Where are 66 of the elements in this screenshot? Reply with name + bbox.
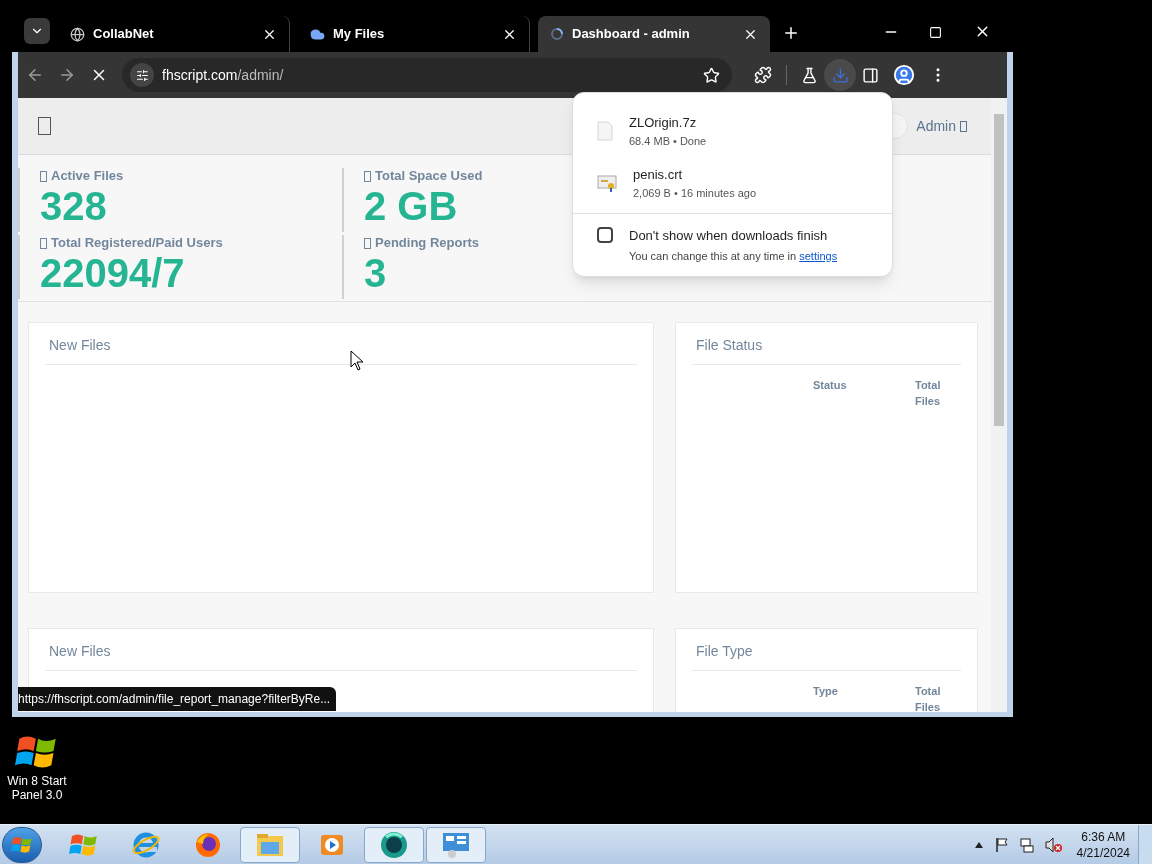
stat-label: Total Registered/Paid Users [51, 235, 223, 251]
loading-spinner-icon [550, 27, 564, 41]
profile-avatar-icon[interactable] [893, 64, 915, 86]
panel-title: New Files [45, 641, 637, 671]
stat-value: 328 [40, 184, 107, 228]
missing-glyph-icon [364, 237, 371, 249]
site-info-icon[interactable] [135, 68, 149, 82]
stat-label: Active Files [51, 168, 124, 184]
missing-glyph-icon [960, 120, 967, 132]
globe-icon [70, 26, 85, 42]
stat-value: 2 GB [364, 184, 458, 228]
certificate-icon [597, 174, 617, 192]
browser-tab[interactable]: Dashboard - admin [538, 16, 770, 52]
download-details: 2,069 B • 16 minutes ago [633, 185, 757, 201]
user-name[interactable]: Admin [916, 115, 956, 137]
muted-speaker-icon[interactable] [1044, 836, 1063, 853]
clock-date[interactable]: 4/21/2024 [1076, 844, 1130, 861]
tab-search-button[interactable] [24, 18, 50, 44]
missing-glyph-icon [40, 170, 47, 182]
mouse-cursor-icon [350, 350, 364, 372]
panel-title: File Type [692, 641, 961, 671]
stat-value: 22094/7 [40, 251, 185, 295]
desktop-icon-label[interactable]: Win 8 Start Panel 3.0 [4, 774, 70, 802]
column-header: Total Files [915, 684, 942, 712]
cloud-icon [310, 26, 325, 42]
download-item[interactable]: ZLOrigin.7z 68.4 MB • Done [573, 105, 892, 157]
new-tab-icon[interactable] [782, 24, 800, 42]
tab-title: My Files [333, 25, 386, 44]
back-icon[interactable] [26, 66, 44, 84]
side-panel-icon[interactable] [862, 66, 879, 84]
forward-icon[interactable] [58, 66, 76, 84]
download-details: 68.4 MB • Done [629, 133, 707, 149]
stat-label: Pending Reports [375, 235, 479, 251]
file-icon [597, 121, 613, 141]
missing-glyph-icon [40, 237, 47, 249]
flag-icon[interactable] [994, 836, 1009, 853]
column-header: Type [813, 684, 839, 699]
download-file-name: ZLOrigin.7z [629, 114, 698, 132]
extensions-icon[interactable] [754, 66, 772, 84]
checkbox[interactable] [597, 227, 613, 243]
checkbox-label: Don't show when downloads finish [629, 227, 829, 245]
start-button[interactable] [2, 826, 42, 863]
status-url-bubble: https://fhscript.com/admin/file_report_manage?filterByRe... [18, 687, 337, 711]
settings-note: You can change this at any time in settings [629, 248, 838, 264]
address-bar[interactable]: fhscript.com/admin/ [122, 58, 732, 92]
download-item[interactable]: penis.crt 2,069 B • 16 minutes ago [573, 157, 892, 209]
bookmark-star-icon[interactable] [703, 66, 720, 84]
show-hidden-icons-icon[interactable] [974, 841, 983, 848]
maximize-icon[interactable] [929, 26, 942, 39]
column-header: Status [813, 378, 848, 393]
network-icon[interactable] [1018, 836, 1035, 853]
panel-title: File Status [692, 335, 961, 365]
missing-glyph-icon [364, 170, 371, 182]
download-file-name: penis.crt [633, 166, 684, 184]
tab-title: CollabNet [93, 25, 155, 44]
clock-time[interactable]: 6:36 AM [1081, 828, 1126, 845]
column-header: Total Files [915, 378, 942, 409]
download-icon [831, 66, 849, 84]
menu-toggle-icon[interactable] [38, 117, 51, 135]
url-text: fhscript.com/admin/ [162, 65, 285, 85]
settings-link[interactable]: settings [799, 249, 838, 262]
stat-value: 3 [364, 251, 387, 295]
stat-label: Total Space Used [375, 168, 483, 184]
taskbar-app-button[interactable] [364, 826, 424, 863]
flask-icon[interactable] [801, 66, 818, 84]
tab-title: Dashboard - admin [572, 25, 691, 44]
